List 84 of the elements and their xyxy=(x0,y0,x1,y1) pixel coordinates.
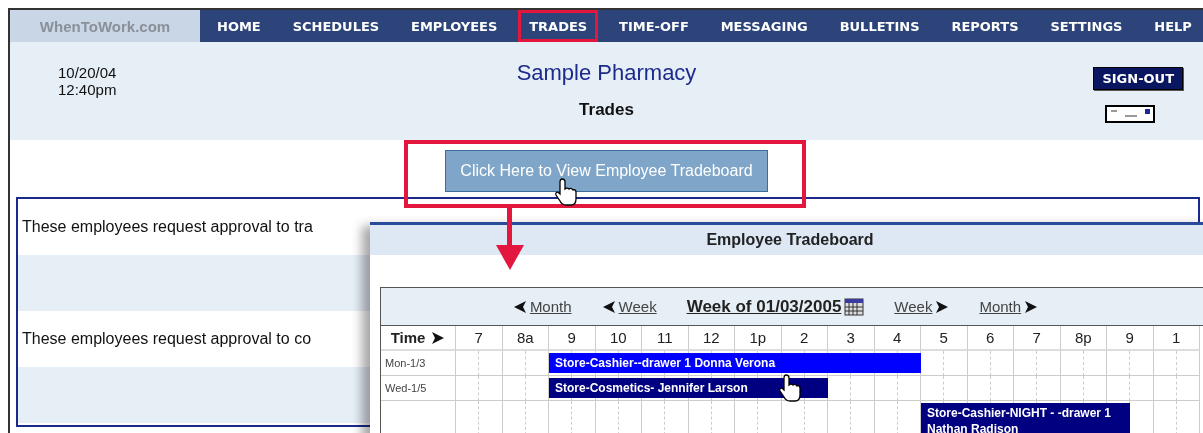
grid-cell xyxy=(1060,376,1084,401)
nav-tab[interactable]: EMPLOYEES xyxy=(400,10,509,42)
caret-right-icon xyxy=(431,330,446,345)
column-header: 1 xyxy=(1153,326,1200,351)
grid-cell xyxy=(944,376,968,401)
column-header: 8a xyxy=(502,326,549,351)
column-header: 6 xyxy=(967,326,1014,351)
column-header: 7 xyxy=(456,326,503,351)
column-header: 9 xyxy=(1107,326,1154,351)
window-title: Employee Tradeboard xyxy=(370,225,1203,255)
shift-bar[interactable]: Store-Cashier-NIGHT - -drawer 1 Nathan Radison xyxy=(921,403,1131,433)
nav-link[interactable]: Month xyxy=(979,298,1022,315)
grid-cell xyxy=(502,376,526,401)
grid-cell xyxy=(456,351,480,376)
nav-tab[interactable]: TRADES xyxy=(518,10,599,42)
date-text: 10/20/04 xyxy=(58,64,118,81)
grid-cell xyxy=(990,351,1014,376)
nav-link[interactable]: Week xyxy=(618,298,657,315)
grid-cell xyxy=(1037,351,1061,376)
column-header: 7 xyxy=(1014,326,1061,351)
grid-cell xyxy=(1176,351,1200,376)
request-text: These employees request approval to tra xyxy=(22,218,313,236)
caret-right-icon xyxy=(1024,299,1039,314)
nav-tab[interactable]: HELP xyxy=(1143,10,1203,42)
shift-bar[interactable]: Store-Cosmetics- Jennifer Larson xyxy=(549,378,828,398)
nav-tab[interactable]: BULLETINS xyxy=(828,10,931,42)
grid-cell xyxy=(921,376,945,401)
day-label: Mon-1/3 xyxy=(381,351,456,376)
column-header: 8p xyxy=(1060,326,1107,351)
grid-cell xyxy=(1083,351,1107,376)
grid-cell xyxy=(456,376,480,401)
grid-cell xyxy=(1014,376,1038,401)
grid-cell xyxy=(944,351,968,376)
grid-cell xyxy=(1176,376,1200,401)
grid-cell xyxy=(990,376,1014,401)
column-header: 11 xyxy=(642,326,689,351)
nav-link[interactable]: Month xyxy=(529,298,572,315)
column-header: 2 xyxy=(781,326,828,351)
column-header: 10 xyxy=(595,326,642,351)
grid-cell xyxy=(1130,376,1154,401)
column-header: 12 xyxy=(688,326,735,351)
grid-cell xyxy=(1107,351,1131,376)
page-title: Trades xyxy=(579,100,634,120)
grid-cell xyxy=(1037,376,1061,401)
sign-out-button[interactable]: SIGN-OUT xyxy=(1093,67,1183,90)
grid-cell xyxy=(1083,376,1107,401)
nav-tab[interactable]: TIME-OFF xyxy=(608,10,700,42)
nav-link[interactable]: Week xyxy=(894,298,933,315)
column-header: Time xyxy=(390,329,426,346)
shift-bar[interactable]: Store-Cashier--drawer 1 Donna Verona xyxy=(549,353,921,373)
arrow-icon xyxy=(495,207,525,271)
nav-tab[interactable]: REPORTS xyxy=(940,10,1030,42)
day-label: Wed-1/5 xyxy=(381,376,456,401)
column-header: 4 xyxy=(874,326,921,351)
grid-cell xyxy=(1107,376,1131,401)
nav-tab[interactable]: SCHEDULES xyxy=(281,10,391,42)
grid-cell xyxy=(967,376,991,401)
time-text: 12:40pm xyxy=(58,81,118,98)
column-header: 3 xyxy=(828,326,875,351)
caret-left-icon xyxy=(601,299,616,314)
grid-cell xyxy=(1153,376,1177,401)
hand-cursor-icon xyxy=(778,374,802,402)
grid-cell xyxy=(1130,351,1154,376)
grid-cell xyxy=(1014,351,1038,376)
column-header: 1p xyxy=(735,326,782,351)
grid-cell xyxy=(967,351,991,376)
grid-cell xyxy=(479,351,503,376)
column-header: 5 xyxy=(921,326,968,351)
nav-tab[interactable]: HOME xyxy=(206,10,272,42)
company-name: Sample Pharmacy xyxy=(516,60,697,86)
grid-cell xyxy=(479,376,503,401)
column-header: 9 xyxy=(549,326,596,351)
request-text: These employees request approval to co xyxy=(22,330,312,348)
grid-cell xyxy=(1060,351,1084,376)
envelope-icon xyxy=(1105,105,1155,123)
caret-left-icon xyxy=(512,299,527,314)
calendar-icon xyxy=(844,297,865,316)
nav-tab[interactable]: MESSAGING xyxy=(709,10,819,42)
week-label: Week of 01/03/2005 xyxy=(686,296,842,317)
hand-cursor-icon xyxy=(554,178,578,206)
nav-tab[interactable]: SETTINGS xyxy=(1039,10,1134,42)
grid-cell xyxy=(1153,351,1177,376)
grid-cell xyxy=(502,351,526,376)
caret-right-icon xyxy=(935,299,950,314)
